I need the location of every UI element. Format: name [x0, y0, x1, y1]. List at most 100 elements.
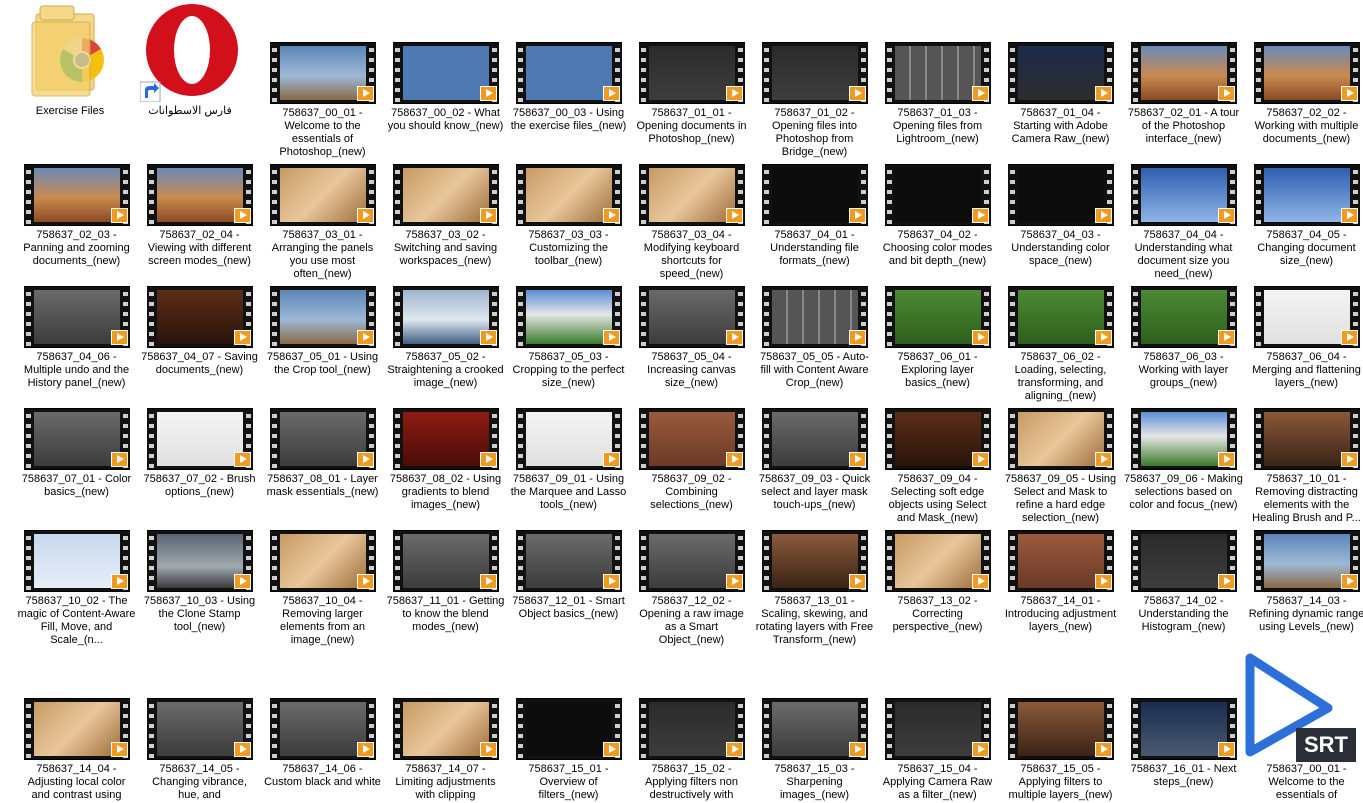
video-thumbnail-icon: [515, 698, 622, 760]
video-file-label: 758637_16_01 - Next steps_(new): [1130, 763, 1237, 788]
video-file-item[interactable]: 758637_10_04 - Removing larger elements …: [261, 530, 384, 647]
film-perforation: [1007, 43, 1017, 103]
video-file-item[interactable]: 758637_03_03 - Customizing the toolbar_(…: [507, 164, 630, 268]
video-file-item[interactable]: 758637_11_01 - Getting to know the blend…: [384, 530, 507, 634]
video-file-item[interactable]: 758637_04_04 - Understanding what docume…: [1122, 164, 1245, 281]
video-file-item[interactable]: 758637_00_02 - What you should know_(new…: [384, 42, 507, 133]
video-file-label: 758637_07_02 - Brush options_(new): [143, 473, 256, 498]
video-file-label: 758637_09_02 - Combining selections_(new…: [650, 473, 733, 511]
video-frame-preview: [402, 290, 489, 344]
video-file-item[interactable]: 758637_09_01 - Using the Marquee and Las…: [507, 408, 630, 512]
video-file-item[interactable]: 758637_04_07 - Saving documents_(new): [138, 286, 261, 377]
video-file-item[interactable]: 758637_14_06 - Custom black and white: [261, 698, 384, 789]
video-file-item[interactable]: 758637_10_02 - The magic of Content-Awar…: [15, 530, 138, 647]
play-badge-icon: [1094, 208, 1112, 223]
video-frame-preview: [894, 46, 981, 100]
video-file-item[interactable]: 758637_04_03 - Understanding color space…: [999, 164, 1122, 268]
video-file-item[interactable]: 758637_12_02 - Opening a raw image as a …: [630, 530, 753, 647]
video-file-item[interactable]: 758637_14_01 - Introducing adjustment la…: [999, 530, 1122, 634]
video-file-item[interactable]: 758637_16_01 - Next steps_(new): [1122, 698, 1245, 789]
video-file-item[interactable]: 758637_01_01 - Opening documents in Phot…: [630, 42, 753, 146]
video-file-item[interactable]: 758637_08_01 - Layer mask essentials_(ne…: [261, 408, 384, 499]
video-file-item[interactable]: 758637_05_05 - Auto-fill with Content Aw…: [753, 286, 876, 390]
video-file-item[interactable]: 758637_15_05 - Applying filters to multi…: [999, 698, 1122, 802]
video-file-item[interactable]: 758637_03_04 - Modifying keyboard shortc…: [630, 164, 753, 281]
video-file-item[interactable]: 758637_09_06 - Making selections based o…: [1122, 408, 1245, 512]
video-file-item[interactable]: 758637_06_02 - Loading, selecting, trans…: [999, 286, 1122, 403]
video-frame-preview: [402, 702, 489, 756]
video-thumbnail-icon: [146, 164, 253, 226]
video-file-item[interactable]: 758637_01_03 - Opening files from Lightr…: [876, 42, 999, 146]
video-thumbnail-icon: [146, 286, 253, 348]
play-badge-icon: [356, 330, 374, 345]
video-file-item[interactable]: 758637_05_01 - Using the Crop tool_(new): [261, 286, 384, 377]
video-file-item[interactable]: 758637_09_02 - Combining selections_(new…: [630, 408, 753, 512]
film-perforation: [392, 699, 402, 759]
video-file-item[interactable]: 758637_09_05 - Using Select and Mask to …: [999, 408, 1122, 525]
video-file-item[interactable]: 758637_14_03 - Refining dynamic range us…: [1245, 530, 1363, 634]
video-file-item[interactable]: 758637_00_03 - Using the exercise files_…: [507, 42, 630, 133]
srt-file[interactable]: SRT: [1240, 650, 1360, 765]
video-thumbnail-icon: [638, 164, 745, 226]
video-thumbnail-icon: [392, 408, 499, 470]
video-thumbnail-icon: [1007, 530, 1114, 592]
video-file-item[interactable]: 758637_05_02 - Straightening a crooked i…: [384, 286, 507, 390]
video-file-item[interactable]: 758637_01_04 - Starting with Adobe Camer…: [999, 42, 1122, 146]
video-file-item[interactable]: 758637_00_01 - Welcome to the essentials…: [261, 42, 384, 159]
video-file-item[interactable]: 758637_07_01 - Color basics_(new): [15, 408, 138, 499]
video-file-item[interactable]: 758637_10_01 - Removing distracting elem…: [1245, 408, 1363, 525]
opera-shortcut[interactable]: فارس الاسطوانات: [139, 2, 240, 118]
video-file-item[interactable]: 758637_13_01 - Scaling, skewing, and rot…: [753, 530, 876, 647]
play-badge-icon: [602, 452, 620, 467]
video-file-item[interactable]: 758637_14_04 - Adjusting local color and…: [15, 698, 138, 802]
video-file-item[interactable]: 758637_15_04 - Applying Camera Raw as a …: [876, 698, 999, 802]
film-perforation: [638, 409, 648, 469]
video-file-item[interactable]: 758637_14_02 - Understanding the Histogr…: [1122, 530, 1245, 634]
video-file-item[interactable]: 758637_03_02 - Switching and saving work…: [384, 164, 507, 268]
video-file-item[interactable]: 758637_04_05 - Changing document size_(n…: [1245, 164, 1363, 268]
video-thumbnail-icon: [269, 164, 376, 226]
video-file-item[interactable]: 758637_02_01 - A tour of the Photoshop i…: [1122, 42, 1245, 146]
video-file-item[interactable]: 758637_09_03 - Quick select and layer ma…: [753, 408, 876, 512]
video-file-label: 758637_10_03 - Using the Clone Stamp too…: [143, 595, 256, 633]
video-file-item[interactable]: 758637_10_03 - Using the Clone Stamp too…: [138, 530, 261, 634]
video-file-item[interactable]: 758637_14_05 - Changing vibrance, hue, a…: [138, 698, 261, 802]
video-file-label: 758637_04_04 - Understanding what docume…: [1134, 229, 1233, 280]
video-file-label: 758637_01_02 - Opening files into Photos…: [772, 107, 857, 158]
video-thumbnail-icon: [146, 408, 253, 470]
video-file-item[interactable]: 758637_14_07 - Limiting adjustments with…: [384, 698, 507, 802]
video-file-item[interactable]: 758637_12_01 - Smart Object basics_(new): [507, 530, 630, 621]
video-file-item[interactable]: 758637_02_03 - Panning and zooming docum…: [15, 164, 138, 268]
film-perforation: [515, 287, 525, 347]
video-file-item[interactable]: 758637_05_04 - Increasing canvas size_(n…: [630, 286, 753, 390]
video-file-item[interactable]: 758637_06_04 - Merging and flattening la…: [1245, 286, 1363, 390]
video-file-item[interactable]: 758637_02_02 - Working with multiple doc…: [1245, 42, 1363, 146]
video-frame-preview: [771, 290, 858, 344]
exercise-files-folder[interactable]: Exercise Files: [20, 2, 120, 118]
video-file-item[interactable]: 758637_15_02 - Applying filters non dest…: [630, 698, 753, 802]
play-badge-icon: [479, 330, 497, 345]
video-file-item[interactable]: 758637_05_03 - Cropping to the perfect s…: [507, 286, 630, 390]
video-file-item[interactable]: 758637_04_01 - Understanding file format…: [753, 164, 876, 268]
video-file-item[interactable]: 758637_09_04 - Selecting soft edge objec…: [876, 408, 999, 525]
video-file-item[interactable]: 758637_04_06 - Multiple undo and the His…: [15, 286, 138, 390]
video-file-item[interactable]: 758637_07_02 - Brush options_(new): [138, 408, 261, 499]
film-perforation: [146, 409, 156, 469]
video-file-item[interactable]: 758637_13_02 - Correcting perspective_(n…: [876, 530, 999, 634]
video-file-item[interactable]: 758637_04_02 - Choosing color modes and …: [876, 164, 999, 268]
video-file-item[interactable]: 758637_15_01 - Overview of filters_(new): [507, 698, 630, 802]
video-file-item[interactable]: 758637_03_01 - Arranging the panels you …: [261, 164, 384, 281]
video-file-item[interactable]: 758637_06_01 - Exploring layer basics_(n…: [876, 286, 999, 390]
video-frame-preview: [279, 168, 366, 222]
video-thumbnail-icon: [23, 530, 130, 592]
video-file-item[interactable]: 758637_01_02 - Opening files into Photos…: [753, 42, 876, 159]
video-file-label: 758637_12_02 - Opening a raw image as a …: [639, 595, 744, 646]
srt-badge: SRT: [1304, 732, 1348, 757]
video-thumbnail-icon: [638, 698, 745, 760]
chrome-folder-icon: [30, 2, 110, 102]
video-file-item[interactable]: 758637_02_04 - Viewing with different sc…: [138, 164, 261, 268]
video-file-item[interactable]: 758637_08_02 - Using gradients to blend …: [384, 408, 507, 512]
video-file-item[interactable]: 758637_15_03 - Sharpening images_(new): [753, 698, 876, 802]
video-file-item[interactable]: 758637_06_03 - Working with layer groups…: [1122, 286, 1245, 390]
film-perforation: [23, 531, 33, 591]
